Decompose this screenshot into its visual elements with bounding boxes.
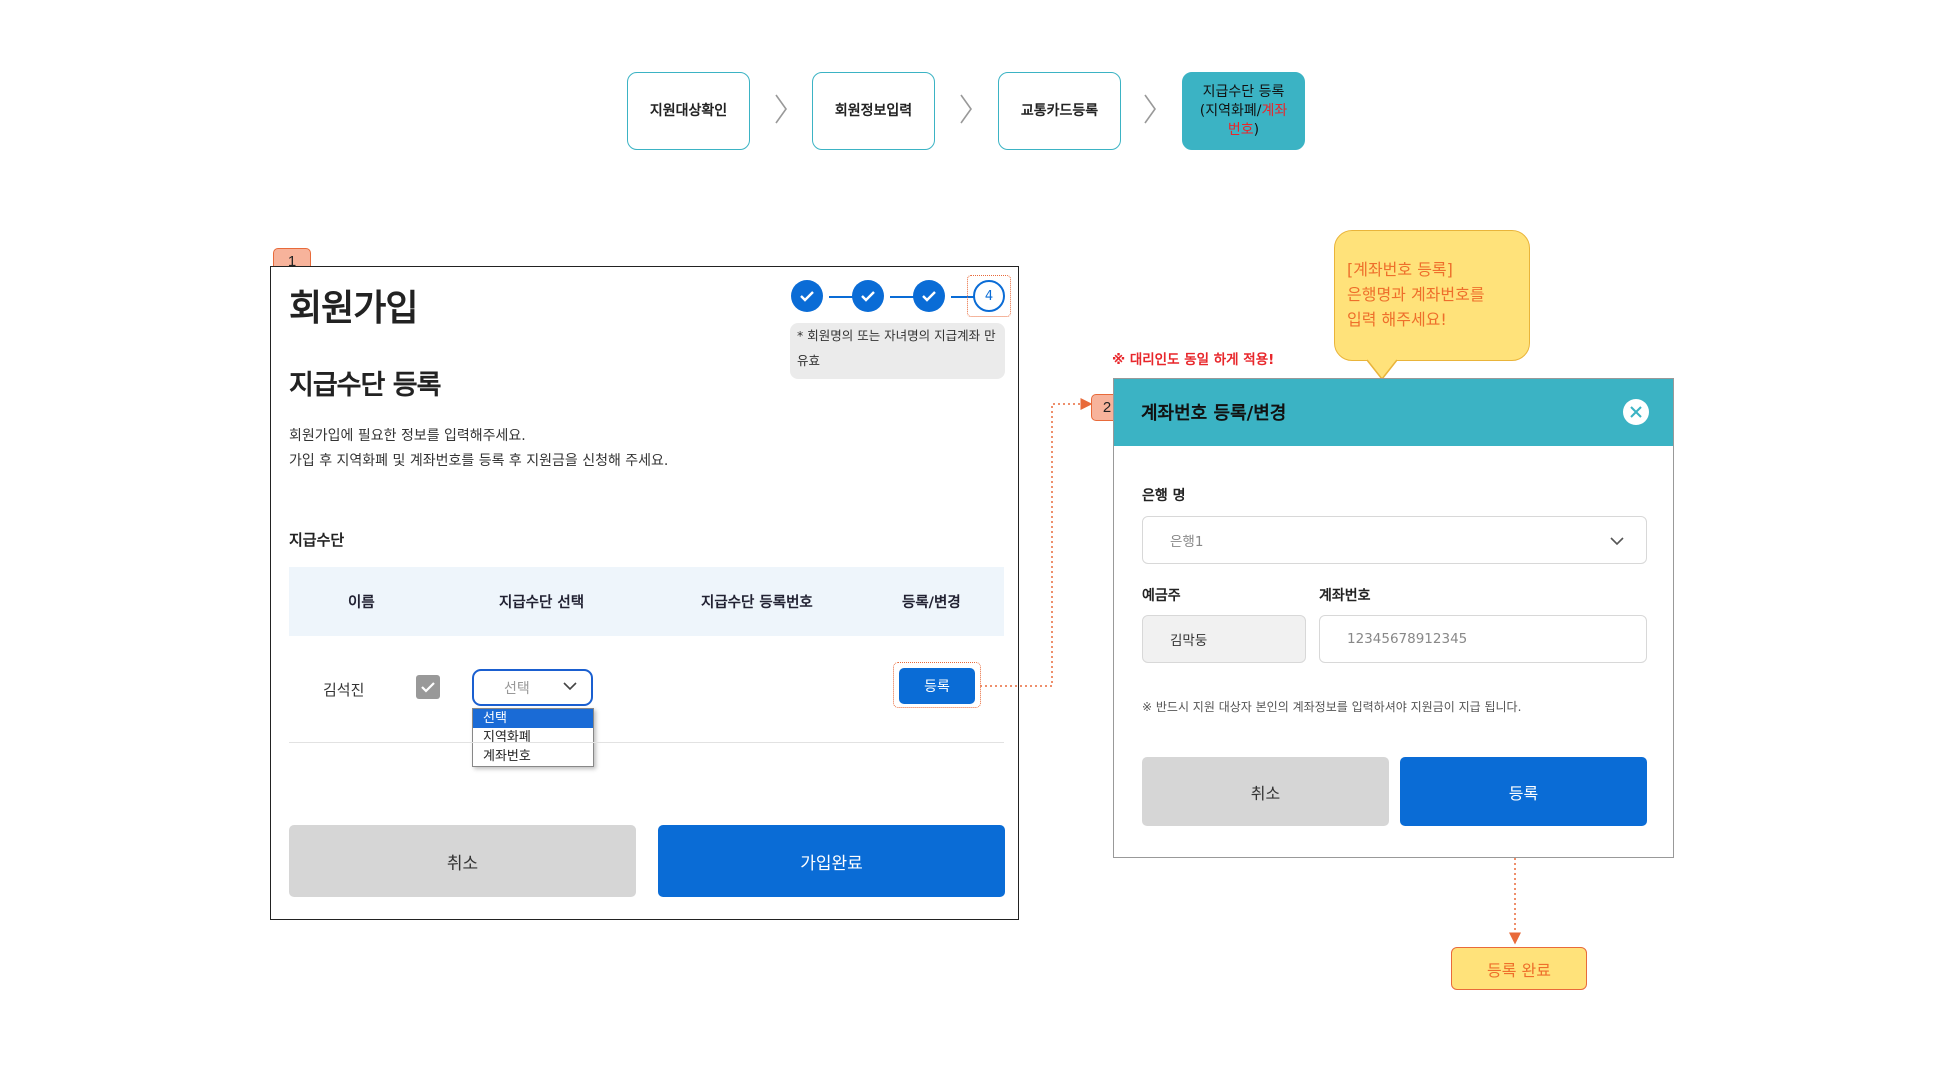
account-callout: [계좌번호 등록] 은행명과 계좌번호를 입력 해주세요!: [1334, 230, 1530, 361]
account-modal: 계좌번호 등록/변경 은행 명 은행1 예금주 계좌번호 김막둥 1234567…: [1113, 378, 1674, 858]
modal-title: 계좌번호 등록/변경: [1141, 403, 1287, 424]
account-number-input[interactable]: 12345678912345: [1319, 615, 1647, 663]
modal-header: 계좌번호 등록/변경: [1114, 379, 1673, 446]
bank-label: 은행 명: [1142, 488, 1186, 504]
modal-cancel-button[interactable]: 취소: [1142, 757, 1389, 826]
modal-register-button[interactable]: 등록: [1400, 757, 1647, 826]
bank-select[interactable]: 은행1: [1142, 516, 1647, 564]
holder-label: 예금주: [1142, 588, 1181, 604]
close-button[interactable]: [1623, 399, 1649, 425]
account-label: 계좌번호: [1319, 588, 1371, 604]
registration-complete-label: 등록 완료: [1451, 947, 1587, 990]
modal-note: ※ 반드시 지원 대상자 본인의 계좌정보를 입력하셔야 지원금이 지급 됩니다…: [1142, 700, 1522, 714]
close-icon: [1630, 406, 1642, 418]
agent-note: ※ 대리인도 동일 하게 적용!: [1112, 352, 1275, 368]
chevron-down-icon: [1610, 537, 1624, 546]
holder-field: 김막둥: [1142, 615, 1306, 663]
